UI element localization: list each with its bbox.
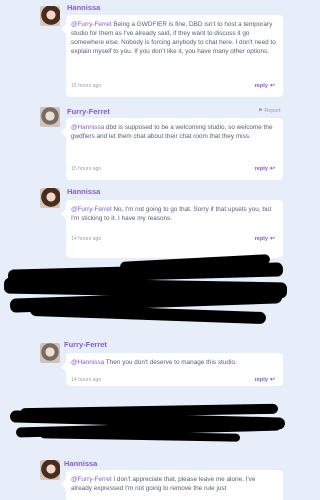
avatar[interactable]	[40, 460, 60, 480]
reply-arrow-icon: ↩	[269, 236, 275, 242]
report-button[interactable]: ⚑ Report	[258, 108, 281, 114]
report-flag-icon: ⚑	[258, 108, 263, 114]
reply-button[interactable]: reply ↩	[255, 376, 275, 383]
comment-bubble: @Furry-Ferret I don't appreciate that, p…	[61, 470, 283, 500]
avatar[interactable]	[40, 188, 60, 208]
reply-label: reply	[254, 166, 268, 172]
comment-body: @Furry-Ferret No, I'm not going to go th…	[71, 205, 277, 223]
comment-author[interactable]: Hannissa	[64, 459, 97, 468]
comment-author[interactable]: Hannissa	[67, 3, 100, 12]
comment-timestamp: 14 hours ago	[71, 377, 102, 383]
mention-link[interactable]: @Furry-Ferret	[71, 206, 112, 213]
comment-timestamp: 15 hours ago	[71, 166, 102, 172]
reply-arrow-icon: ↩	[269, 377, 275, 383]
comment-author[interactable]: Hannissa	[67, 187, 100, 196]
avatar[interactable]	[40, 6, 60, 26]
reply-button[interactable]: reply ↩	[255, 235, 275, 242]
avatar[interactable]	[40, 343, 60, 363]
reply-label: reply	[254, 377, 268, 383]
comment-author[interactable]: Furry-Ferret	[64, 340, 107, 349]
mention-link[interactable]: @Hannissa	[71, 359, 104, 366]
comment-bubble: @Furry-Ferret Being a GWDFIER is fine, D…	[61, 15, 283, 97]
comment-body: @Hannissa dbd is supposed to be a welcom…	[71, 123, 277, 141]
comment-timestamp: 14 hours ago	[71, 236, 102, 242]
comment-bubble: @Hannissa dbd is supposed to be a welcom…	[61, 118, 283, 180]
comment-body: @Furry-Ferret I don't appreciate that, p…	[71, 475, 277, 493]
avatar[interactable]	[40, 107, 60, 127]
reply-button[interactable]: reply ↩	[255, 165, 275, 172]
redaction-scribble	[0, 254, 291, 334]
comment-text: Then you don't deserve to manage this st…	[104, 359, 237, 366]
reply-label: reply	[254, 83, 268, 89]
mention-link[interactable]: @Hannissa	[71, 124, 104, 131]
reply-button[interactable]: reply ↩	[255, 82, 275, 89]
redaction-scribble	[0, 398, 291, 446]
comment-timestamp: 15 hours ago	[71, 83, 102, 89]
comment-author[interactable]: Furry-Ferret	[67, 107, 110, 116]
report-label: Report	[264, 108, 281, 114]
reply-arrow-icon: ↩	[269, 83, 275, 89]
mention-link[interactable]: @Furry-Ferret	[71, 476, 112, 483]
mention-link[interactable]: @Furry-Ferret	[71, 21, 112, 28]
comment-bubble: @Furry-Ferret No, I'm not going to go th…	[61, 200, 283, 258]
reply-label: reply	[254, 236, 268, 242]
comment-body: @Hannissa Then you don't deserve to mana…	[71, 358, 277, 367]
reply-arrow-icon: ↩	[269, 166, 275, 172]
comment-body: @Furry-Ferret Being a GWDFIER is fine, D…	[71, 20, 277, 56]
comment-bubble: @Hannissa Then you don't deserve to mana…	[61, 353, 283, 386]
